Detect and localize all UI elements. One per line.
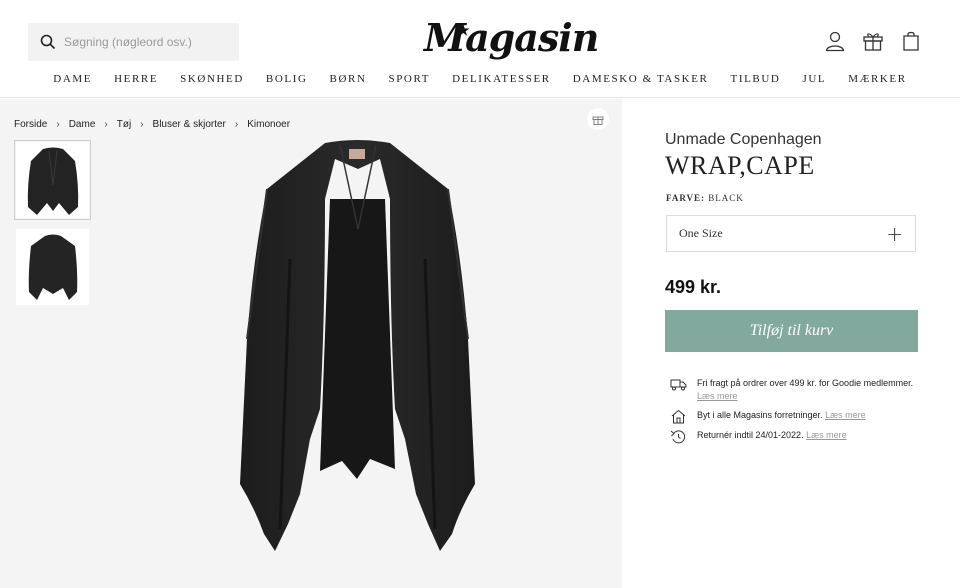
- cape-front-thumbnail-image: [27, 147, 78, 215]
- add-to-cart-button[interactable]: Tilføj til kurv: [665, 310, 918, 352]
- thumbnail-front[interactable]: [14, 140, 91, 220]
- breadcrumb-dame[interactable]: Dame: [69, 119, 96, 130]
- product-main-image: [240, 140, 475, 551]
- product-details: Unmade Copenhagen WRAP,CAPE FARVE: BLACK…: [622, 99, 960, 588]
- product-title: WRAP,CAPE: [665, 151, 815, 180]
- plus-icon: +: [886, 221, 903, 246]
- product-price: 499 kr.: [665, 277, 722, 297]
- size-value: One Size: [679, 226, 723, 240]
- breadcrumb-kimonoer[interactable]: Kimonoer: [247, 119, 290, 130]
- nav-item-born[interactable]: BØRN: [330, 73, 367, 85]
- chevron-right-icon: ›: [140, 119, 144, 130]
- color-info: FARVE: BLACK: [666, 193, 744, 203]
- store-exchange-info: Byt i alle Magasins forretninger. Læs me…: [670, 409, 866, 424]
- user-icon[interactable]: [824, 30, 846, 52]
- header-icons: [824, 30, 922, 52]
- truck-icon: [670, 379, 687, 391]
- nav-item-damesko-tasker[interactable]: DAMESKO & TASKER: [573, 73, 709, 85]
- nav-item-jul[interactable]: JUL: [802, 73, 826, 85]
- shipping-text: Fri fragt på ordrer over 499 kr. for Goo…: [697, 378, 914, 388]
- search-bar[interactable]: [28, 23, 239, 61]
- return-read-more-link[interactable]: Læs mere: [806, 430, 847, 440]
- logo-star-icon: ★: [457, 23, 470, 39]
- magasin-logo[interactable]: Magasin ★: [424, 14, 599, 62]
- nav-item-herre[interactable]: HERRE: [114, 73, 158, 85]
- gift-icon[interactable]: [862, 30, 884, 52]
- breadcrumb-forside[interactable]: Forside: [14, 119, 47, 130]
- nav-item-skonhed[interactable]: SKØNHED: [180, 73, 244, 85]
- exchange-read-more-link[interactable]: Læs mere: [825, 410, 866, 420]
- chevron-right-icon: ›: [234, 119, 239, 130]
- chevron-right-icon: ›: [104, 119, 108, 130]
- nav-item-tilbud[interactable]: TILBUD: [731, 73, 781, 85]
- chevron-right-icon: ›: [56, 119, 60, 130]
- gift-wrap-button[interactable]: [587, 108, 609, 130]
- return-info: Returnér indtil 24/01-2022. Læs mere: [670, 429, 847, 444]
- cape-back-thumbnail-image: [28, 234, 77, 300]
- search-input[interactable]: [64, 35, 234, 49]
- product-brand[interactable]: Unmade Copenhagen: [665, 131, 822, 149]
- return-text: Returnér indtil 24/01-2022.: [697, 430, 804, 440]
- exchange-text: Byt i alle Magasins forretninger.: [697, 410, 823, 420]
- color-value: BLACK: [708, 193, 744, 203]
- site-header: Magasin ★ DAME HERRE SKØNH: [0, 0, 960, 98]
- return-icon: [670, 430, 686, 444]
- store-icon: [671, 409, 686, 424]
- gift-icon: [592, 116, 604, 125]
- nav-item-sport[interactable]: SPORT: [389, 73, 431, 85]
- shipping-read-more-link[interactable]: Læs mere: [697, 391, 738, 401]
- nav-item-dame[interactable]: DAME: [53, 73, 92, 85]
- search-icon[interactable]: [40, 34, 56, 50]
- thumbnail-back[interactable]: [16, 229, 89, 305]
- shipping-info: Fri fragt på ordrer over 499 kr. for Goo…: [670, 377, 913, 403]
- product-gallery: Forside › Dame › Tøj › Bluser & skjorter…: [0, 99, 622, 588]
- size-selector[interactable]: One Size +: [666, 215, 916, 252]
- main-nav: DAME HERRE SKØNHED BOLIG BØRN SPORT DELI…: [0, 73, 960, 85]
- shopping-bag-icon[interactable]: [900, 30, 922, 52]
- logo-text: Magasin: [424, 15, 599, 60]
- nav-item-bolig[interactable]: BOLIG: [266, 73, 308, 85]
- nav-item-delikatesser[interactable]: DELIKATESSER: [452, 73, 551, 85]
- color-label: FARVE:: [666, 193, 706, 203]
- breadcrumb-bluser-skjorter[interactable]: Bluser & skjorter: [153, 119, 226, 130]
- nav-item-maerker[interactable]: MÆRKER: [848, 73, 907, 85]
- breadcrumb-toj[interactable]: Tøj: [117, 119, 131, 130]
- breadcrumb: Forside › Dame › Tøj › Bluser & skjorter…: [14, 119, 290, 130]
